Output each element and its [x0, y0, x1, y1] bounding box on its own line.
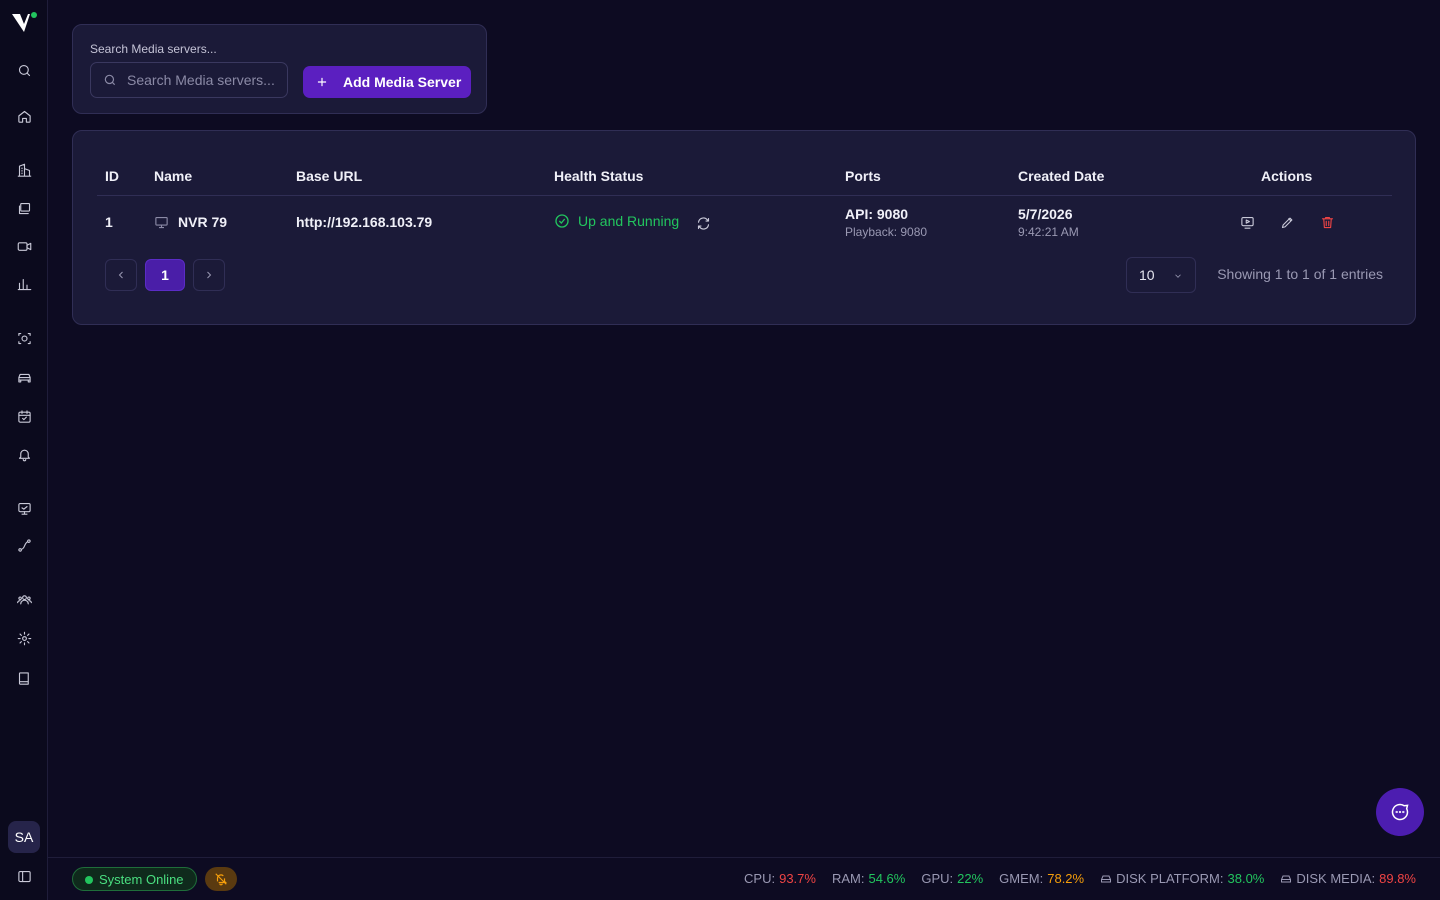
row-id: 1 [105, 214, 113, 230]
avatar[interactable]: SA [8, 821, 40, 853]
users-icon[interactable] [14, 589, 34, 609]
column-header-ports[interactable]: Ports [845, 168, 881, 184]
cpu-stat: CPU: 93.7% [744, 871, 816, 886]
chat-button[interactable] [1376, 788, 1424, 836]
search-input[interactable] [127, 63, 281, 97]
disk-platform-value: 38.0% [1227, 871, 1265, 886]
page-size-value: 10 [1139, 267, 1155, 283]
add-media-server-label: Add Media Server [343, 74, 462, 90]
route-icon[interactable] [14, 535, 34, 555]
row-created-date: 5/7/2026 [1018, 206, 1073, 222]
disk-platform-stat: DISK PLATFORM: 38.0% [1100, 871, 1264, 886]
sidebar: SA [0, 0, 48, 900]
screen-play-icon [1240, 216, 1254, 229]
server-monitor-icon [155, 216, 168, 228]
row-name: NVR 79 [154, 214, 227, 230]
view-stream-button[interactable] [1238, 213, 1256, 231]
column-header-created-date[interactable]: Created Date [1018, 168, 1104, 184]
system-status-badge: System Online [72, 867, 197, 891]
next-page-button[interactable] [193, 259, 225, 291]
bar-chart-icon[interactable] [14, 274, 34, 294]
gear-icon[interactable] [14, 628, 34, 648]
hard-drive-icon [1281, 875, 1292, 882]
row-name-text: NVR 79 [178, 214, 228, 230]
status-bar: System Online CPU: 93.7% RAM: 54.6% GPU:… [48, 857, 1440, 900]
disk-platform-label: DISK PLATFORM: [1116, 871, 1224, 886]
row-playback-port: Playback: 9080 [845, 225, 928, 239]
ram-stat: RAM: 54.6% [832, 871, 905, 886]
chat-bubble-icon [1391, 803, 1409, 821]
layers-icon[interactable] [14, 198, 34, 218]
page-button-1[interactable]: 1 [145, 259, 185, 291]
refresh-health-button[interactable] [694, 214, 712, 232]
app-logo[interactable] [10, 10, 38, 36]
chevron-right-icon [207, 271, 212, 279]
gmem-value: 78.2% [1047, 871, 1085, 886]
column-header-actions: Actions [1261, 168, 1313, 184]
check-circle-icon [555, 214, 569, 228]
row-health-status: Up and Running [554, 213, 679, 229]
sidebar-toggle-icon[interactable] [14, 866, 34, 886]
face-scan-icon[interactable] [14, 328, 34, 348]
search-icon [104, 74, 116, 86]
hard-drive-icon [1101, 875, 1112, 882]
book-icon[interactable] [14, 668, 34, 688]
plus-icon [317, 77, 327, 87]
search-label: Search Media servers... [90, 42, 217, 56]
calendar-check-icon[interactable] [14, 406, 34, 426]
column-header-base-url[interactable]: Base URL [296, 168, 362, 184]
ram-label: RAM: [831, 871, 865, 886]
ram-value: 54.6% [868, 871, 906, 886]
notifications-muted-button[interactable] [205, 867, 237, 891]
cpu-label: CPU: [744, 871, 776, 886]
health-status-text: Up and Running [578, 213, 680, 229]
building-icon[interactable] [14, 160, 34, 180]
add-media-server-button[interactable]: Add Media Server [303, 66, 471, 98]
disk-media-label: DISK MEDIA: [1296, 871, 1376, 886]
search-panel: Search Media servers... Add Media Server [72, 24, 487, 114]
disk-media-stat: DISK MEDIA: 89.8% [1280, 871, 1416, 886]
column-header-id[interactable]: ID [105, 168, 119, 184]
bell-icon[interactable] [14, 444, 34, 464]
delete-button[interactable] [1318, 213, 1336, 231]
pencil-icon [1281, 217, 1292, 228]
video-camera-icon[interactable] [14, 236, 34, 256]
row-base-url: http://192.168.103.79 [296, 214, 433, 230]
system-status-text: System Online [99, 871, 184, 887]
monitor-icon[interactable] [14, 498, 34, 518]
row-created-time: 9:42:21 AM [1018, 225, 1079, 239]
chevron-down-icon [1175, 274, 1181, 278]
gmem-label: GMEM: [999, 871, 1044, 886]
chevron-left-icon [118, 271, 123, 279]
gpu-label: GPU: [921, 871, 954, 886]
previous-page-button[interactable] [105, 259, 137, 291]
search-box[interactable] [90, 62, 288, 98]
column-header-health-status[interactable]: Health Status [554, 168, 643, 184]
resource-stats: CPU: 93.7% RAM: 54.6% GPU: 22% GMEM: 78.… [744, 871, 1416, 886]
cpu-value: 93.7% [779, 871, 816, 886]
page-size-select[interactable]: 10 [1126, 257, 1196, 293]
media-servers-table: ID Name Base URL Health Status Ports Cre… [72, 130, 1416, 325]
home-icon[interactable] [14, 106, 34, 126]
gmem-stat: GMEM: 78.2% [999, 871, 1084, 886]
row-api-port: API: 9080 [845, 206, 909, 222]
header-divider [97, 195, 1392, 196]
entries-summary: Showing 1 to 1 of 1 entries [1217, 266, 1383, 282]
status-dot [85, 876, 93, 884]
disk-media-value: 89.8% [1379, 871, 1416, 886]
bell-off-icon [215, 873, 228, 886]
gpu-value: 22% [957, 871, 984, 886]
trash-icon [1321, 216, 1333, 228]
column-header-name[interactable]: Name [154, 168, 192, 184]
refresh-icon [697, 216, 709, 230]
gpu-stat: GPU: 22% [921, 871, 983, 886]
car-icon[interactable] [14, 367, 34, 387]
search-icon[interactable] [14, 60, 34, 80]
edit-button[interactable] [1278, 213, 1296, 231]
